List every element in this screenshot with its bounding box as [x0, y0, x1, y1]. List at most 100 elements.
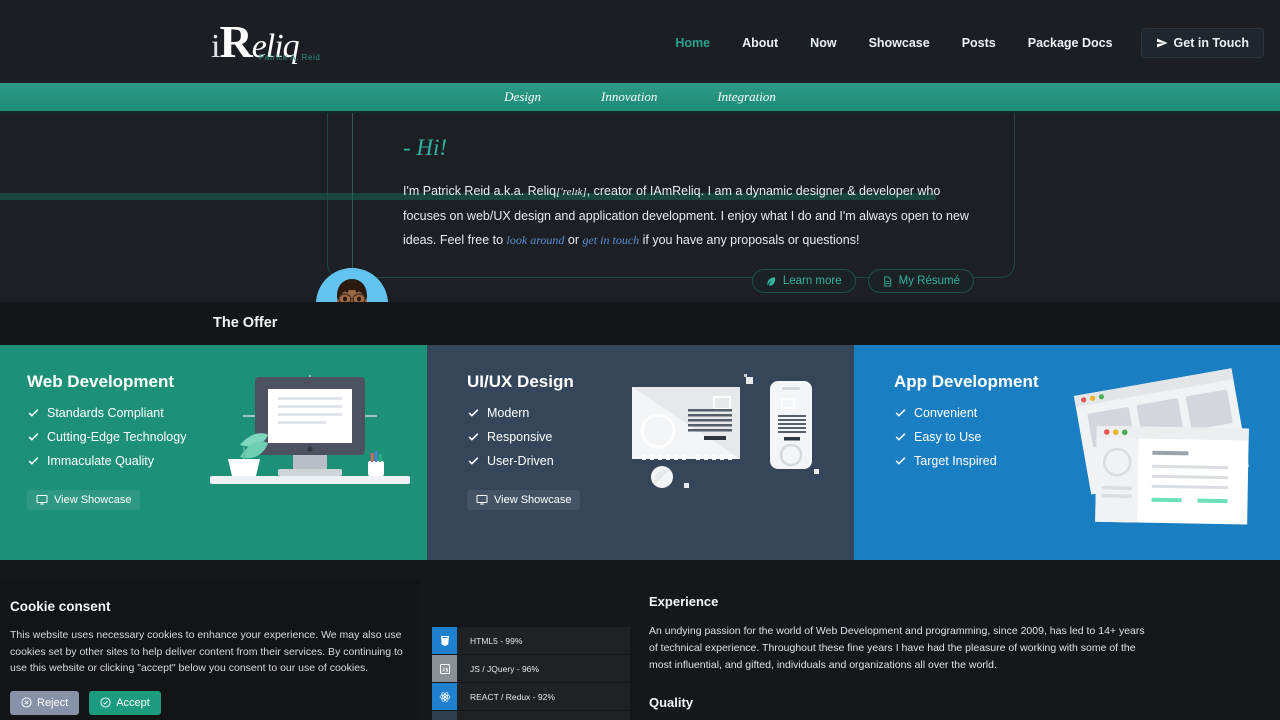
nav-item-now[interactable]: Now	[794, 36, 852, 50]
experience-section: Experience An undying passion for the wo…	[649, 594, 1149, 720]
site-logo[interactable]: iReliq Patrick A. Reid	[211, 13, 321, 69]
learn-more-label: Learn more	[782, 275, 842, 287]
offer-cards: Web Development Standards Compliant Cutt…	[0, 345, 1280, 560]
cookie-accept-label: Accept	[116, 696, 150, 709]
card-app-feature-label: Easy to Use	[914, 430, 982, 444]
card-ux-feature: Modern	[467, 406, 854, 420]
subnav-item-design[interactable]: Design	[504, 89, 541, 105]
card-app-feature: Target Inspired	[894, 454, 1280, 468]
skill-bar: JS / JQuery - 96%	[432, 655, 630, 682]
skill-bar: HTML5 - 99%	[432, 627, 630, 654]
cookie-reject-button[interactable]: Reject	[10, 690, 80, 715]
avatar	[316, 268, 388, 302]
get-in-touch-label: Get in Touch	[1173, 36, 1249, 50]
skill-bar: Typescript - 90%	[432, 711, 630, 720]
card-app-feature: Easy to Use	[894, 430, 1280, 444]
nav-item-about[interactable]: About	[726, 36, 794, 50]
experience-body: An undying passion for the world of Web …	[649, 625, 1145, 671]
card-web-title: Web Development	[27, 372, 175, 391]
my-resume-label: My Résumé	[898, 275, 960, 287]
check-icon	[468, 408, 479, 417]
card-web-feature: Immaculate Quality	[27, 454, 427, 468]
card-ux-title: UI/UX Design	[467, 372, 574, 391]
subnav-item-innovation[interactable]: Innovation	[601, 89, 657, 105]
card-web-view-showcase-button[interactable]: View Showcase	[27, 490, 141, 510]
logo-letter-r: R	[219, 16, 252, 67]
check-icon	[468, 456, 479, 465]
learn-more-button[interactable]: Learn more	[751, 269, 856, 293]
check-icon	[28, 456, 39, 465]
cookie-consent-actions: Reject Accept	[10, 690, 408, 715]
hero-buttons: Learn more My Résumé	[751, 269, 974, 293]
site-header: iReliq Patrick A. Reid Home About Now Sh…	[0, 0, 1280, 83]
cookie-consent-dialog: Cookie consent This website uses necessa…	[0, 581, 420, 720]
avatar-illustration	[316, 268, 388, 302]
react-icon	[432, 683, 457, 710]
offer-title: The Offer	[213, 315, 278, 331]
card-ux-view-showcase-button[interactable]: View Showcase	[467, 490, 581, 510]
offer-card-web-development: Web Development Standards Compliant Cutt…	[0, 345, 427, 560]
skill-bar-label: JS / JQuery - 96%	[470, 663, 539, 674]
monitor-icon	[476, 495, 488, 505]
get-in-touch-link[interactable]: get in touch	[582, 233, 639, 247]
hero-text-block: - Hi! I'm Patrick Reid a.k.a. Reliq['rel…	[403, 135, 973, 252]
monitor-icon	[36, 495, 48, 505]
cookie-reject-label: Reject	[37, 696, 69, 709]
card-ux-feature: Responsive	[467, 430, 854, 444]
card-ux-feature-label: Responsive	[487, 430, 553, 444]
get-in-touch-button[interactable]: Get in Touch	[1140, 28, 1264, 58]
subnav-item-integration[interactable]: Integration	[717, 89, 776, 105]
hero-bio-part-1: I'm Patrick Reid a.k.a. Reliq	[403, 184, 557, 198]
card-web-showcase-label: View Showcase	[54, 494, 132, 506]
check-icon	[895, 456, 906, 465]
card-app-feature-label: Convenient	[914, 406, 978, 420]
hero-section: - Hi! I'm Patrick Reid a.k.a. Reliq['rel…	[0, 113, 1280, 302]
card-web-feature-label: Standards Compliant	[47, 406, 164, 420]
nav-item-package-docs[interactable]: Package Docs	[1012, 36, 1129, 50]
page-root: iReliq Patrick A. Reid Home About Now Sh…	[0, 0, 1280, 720]
check-icon	[895, 408, 906, 417]
accept-icon	[100, 697, 111, 708]
card-web-feature-label: Immaculate Quality	[47, 454, 154, 468]
check-icon	[468, 432, 479, 441]
hero-bio-ipa: ['relɪk]	[556, 186, 587, 198]
hero-bio: I'm Patrick Reid a.k.a. Reliq['relɪk], c…	[403, 179, 973, 252]
typescript-icon	[432, 711, 457, 720]
hero-bio-part-3: if you have any proposals or questions!	[639, 233, 860, 247]
nav-item-home[interactable]: Home	[659, 36, 726, 50]
leaf-icon	[767, 276, 776, 286]
offer-card-app-development: App Development Convenient Easy to Use T…	[854, 345, 1280, 560]
card-app-feature: Convenient	[894, 406, 1280, 420]
card-ux-feature: User-Driven	[467, 454, 854, 468]
reject-icon	[21, 697, 32, 708]
check-icon	[28, 408, 39, 417]
card-web-feature-label: Cutting-Edge Technology	[47, 430, 187, 444]
offer-card-ui-ux-design: UI/UX Design Modern Responsive User-Driv…	[427, 345, 854, 560]
look-around-link[interactable]: look around	[507, 233, 565, 247]
cookie-consent-body: This website uses necessary cookies to e…	[10, 629, 403, 674]
hero-greeting: - Hi!	[403, 135, 448, 160]
paper-plane-icon	[1156, 38, 1168, 48]
skill-bars: HTML5 - 99% JS / JQuery - 96% REACT / Re…	[432, 627, 630, 720]
card-app-feature-label: Target Inspired	[914, 454, 997, 468]
my-resume-button[interactable]: My Résumé	[867, 269, 974, 293]
html5-icon	[432, 627, 457, 654]
card-ux-showcase-label: View Showcase	[494, 494, 572, 506]
nav-item-posts[interactable]: Posts	[946, 36, 1012, 50]
card-ux-feature-label: User-Driven	[487, 454, 554, 468]
check-icon	[895, 432, 906, 441]
hero-bio-or: or	[564, 233, 583, 247]
skill-bar-label: REACT / Redux - 92%	[470, 691, 555, 702]
sub-nav: Design Innovation Integration	[0, 83, 1280, 113]
nav-item-showcase[interactable]: Showcase	[853, 36, 946, 50]
experience-heading: Experience	[649, 594, 719, 609]
skill-bar-label: HTML5 - 99%	[470, 635, 523, 646]
cookie-accept-button[interactable]: Accept	[89, 690, 161, 715]
main-nav: Home About Now Showcase Posts Package Do…	[659, 28, 1268, 58]
offer-strip	[0, 302, 1280, 345]
quality-heading: Quality	[649, 695, 694, 710]
card-web-feature: Standards Compliant	[27, 406, 427, 420]
js-icon	[432, 655, 457, 682]
check-icon	[28, 432, 39, 441]
cookie-consent-title: Cookie consent	[10, 599, 111, 614]
